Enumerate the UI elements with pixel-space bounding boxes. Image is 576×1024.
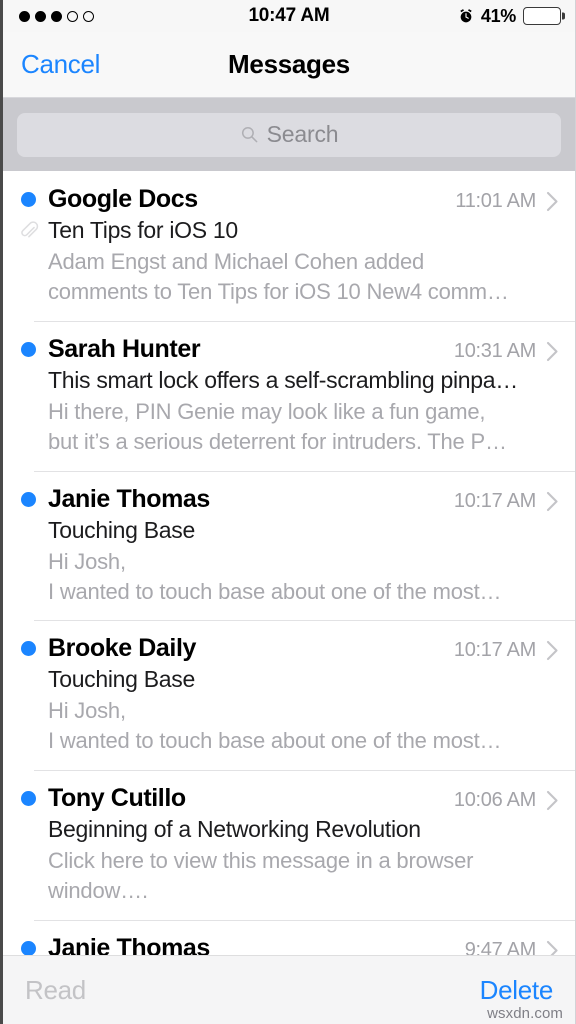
status-bar-right: 41%	[458, 6, 561, 27]
mail-timestamp: 11:01 AM	[455, 190, 536, 212]
mail-subject-line: Ten Tips for iOS 10	[17, 217, 559, 244]
delete-button[interactable]: Delete	[480, 975, 554, 1006]
mail-subject-line: Beginning of a Networking Revolution	[17, 816, 559, 843]
alarm-clock-icon	[460, 9, 472, 23]
mail-preview-line: Adam Engst and Michael Cohen added	[48, 249, 425, 274]
mail-preview: Hi Josh, I wanted to touch base about one…	[17, 696, 559, 756]
chevron-right-icon	[546, 491, 558, 511]
mail-preview-line: comments to Ten Tips for iOS 10 New4 com…	[48, 278, 509, 304]
mail-subject-line: This smart lock offers a self-scrambling…	[17, 367, 559, 394]
mail-subject: Ten Tips for iOS 10	[48, 217, 238, 243]
search-bar-container: Search	[3, 98, 575, 171]
iphone-screen: 10:47 AM 41% Cancel Messages Search Goog…	[0, 0, 576, 1024]
mail-sender: Brooke Daily	[48, 634, 197, 663]
search-placeholder: Search	[266, 121, 339, 147]
signal-dot-2	[35, 10, 46, 22]
mail-sender: Janie Thomas	[48, 484, 210, 513]
mail-preview: Click here to view this message in a bro…	[17, 846, 559, 906]
unread-indicator-dot	[21, 641, 36, 657]
mail-preview: Hi there, PIN Genie may look like a fun …	[17, 397, 559, 457]
mark-read-button[interactable]: Read	[25, 975, 86, 1006]
mail-list-item[interactable]: Tony Cutillo 10:06 AM Beginning of a Netwo…	[3, 770, 575, 921]
battery-percentage: 41%	[480, 5, 516, 26]
mail-row-header: Brooke Daily 10:17 AM	[17, 634, 559, 663]
status-bar: 10:47 AM 41%	[3, 0, 575, 32]
mail-message-list[interactable]: Google Docs 11:01 AM Ten Tips for iOS 10 Ad…	[3, 171, 575, 955]
mail-subject: This smart lock offers a self-scrambling…	[48, 366, 518, 393]
signal-dot-5	[83, 10, 94, 22]
chevron-right-icon	[546, 641, 558, 661]
chevron-right-icon	[546, 941, 558, 955]
mail-timestamp: 10:17 AM	[453, 489, 536, 512]
mail-timestamp: 9:47 AM	[464, 939, 537, 955]
chevron-right-icon	[546, 191, 558, 212]
unread-indicator-dot	[21, 941, 36, 955]
chevron-right-icon	[546, 791, 558, 811]
cancel-button[interactable]: Cancel	[21, 49, 100, 80]
mail-subject: Touching Base	[48, 666, 195, 693]
attachment-paperclip-icon	[21, 221, 39, 238]
mail-row-header: Google Docs 11:01 AM	[17, 185, 559, 214]
mail-row-header: Janie Thomas 10:17 AM	[17, 485, 559, 514]
battery-icon	[523, 7, 561, 25]
mail-time-group: 10:31 AM	[454, 340, 559, 363]
mail-time-group: 10:17 AM	[454, 639, 559, 662]
mail-preview-line: Hi Josh,	[48, 548, 126, 574]
unread-indicator-dot	[21, 791, 36, 807]
signal-dot-1	[19, 10, 30, 22]
mail-row-header: Tony Cutillo 10:06 AM	[17, 784, 559, 813]
bottom-toolbar: Read Delete wsxdn.com	[3, 955, 575, 1024]
navigation-bar: Cancel Messages	[3, 32, 575, 98]
mail-row-header: Janie Thomas 9:47 AM	[17, 934, 559, 955]
mail-timestamp: 10:17 AM	[453, 639, 536, 662]
mail-preview: Hi Josh, I wanted to touch base about one…	[17, 547, 559, 607]
signal-strength-indicator	[19, 10, 94, 22]
search-icon	[241, 126, 258, 143]
unread-indicator-dot	[21, 491, 36, 507]
mail-list-item[interactable]: Janie Thomas 10:17 AM Touching Base Hi Josh…	[3, 470, 575, 621]
mail-timestamp: 10:06 AM	[453, 789, 536, 812]
mail-sender: Janie Thomas	[48, 934, 210, 955]
mail-timestamp: 10:31 AM	[453, 339, 536, 362]
mail-preview-line: I wanted to touch base about one of the …	[48, 728, 502, 754]
mail-preview-line: Click here to view this message in a bro…	[48, 848, 474, 874]
mail-sender: Tony Cutillo	[48, 784, 186, 813]
unread-indicator-dot	[21, 341, 36, 357]
mail-preview-line: but it’s a serious deterrent for intrude…	[48, 428, 507, 454]
mail-preview-line: I wanted to touch base about one of the …	[48, 578, 502, 604]
mail-sender: Google Docs	[48, 185, 198, 213]
mail-list-item[interactable]: Sarah Hunter 10:31 AM This smart lock offe…	[3, 320, 575, 471]
mail-preview-line: Hi there, PIN Genie may look like a fun …	[48, 398, 486, 424]
mail-preview: Adam Engst and Michael Cohen added commen…	[17, 247, 559, 307]
mail-time-group: 10:17 AM	[454, 490, 559, 513]
chevron-right-icon	[546, 341, 558, 361]
mail-list-item[interactable]: Google Docs 11:01 AM Ten Tips for iOS 10 Ad…	[3, 171, 575, 321]
mail-subject: Touching Base	[48, 516, 195, 543]
search-input[interactable]: Search	[17, 112, 561, 157]
mail-preview-line: window….	[48, 878, 148, 904]
unread-indicator-dot	[21, 192, 36, 207]
mail-time-group: 11:01 AM	[455, 190, 559, 213]
mail-subject-line: Touching Base	[17, 666, 559, 693]
signal-dot-4	[67, 10, 78, 22]
mail-time-group: 10:06 AM	[454, 789, 559, 812]
mail-preview-line: Hi Josh,	[48, 698, 126, 724]
watermark: wsxdn.com	[487, 1005, 563, 1022]
signal-dot-3	[51, 10, 62, 22]
mail-subject-line: Touching Base	[17, 517, 559, 544]
mail-subject: Beginning of a Networking Revolution	[48, 816, 421, 843]
mail-list-item[interactable]: Brooke Daily 10:17 AM Touching Base Hi Josh…	[3, 620, 575, 771]
mail-time-group: 9:47 AM	[465, 939, 559, 955]
mail-sender: Sarah Hunter	[48, 334, 201, 363]
mail-row-header: Sarah Hunter 10:31 AM	[17, 335, 559, 364]
mail-list-item[interactable]: Janie Thomas 9:47 AM	[3, 920, 575, 955]
